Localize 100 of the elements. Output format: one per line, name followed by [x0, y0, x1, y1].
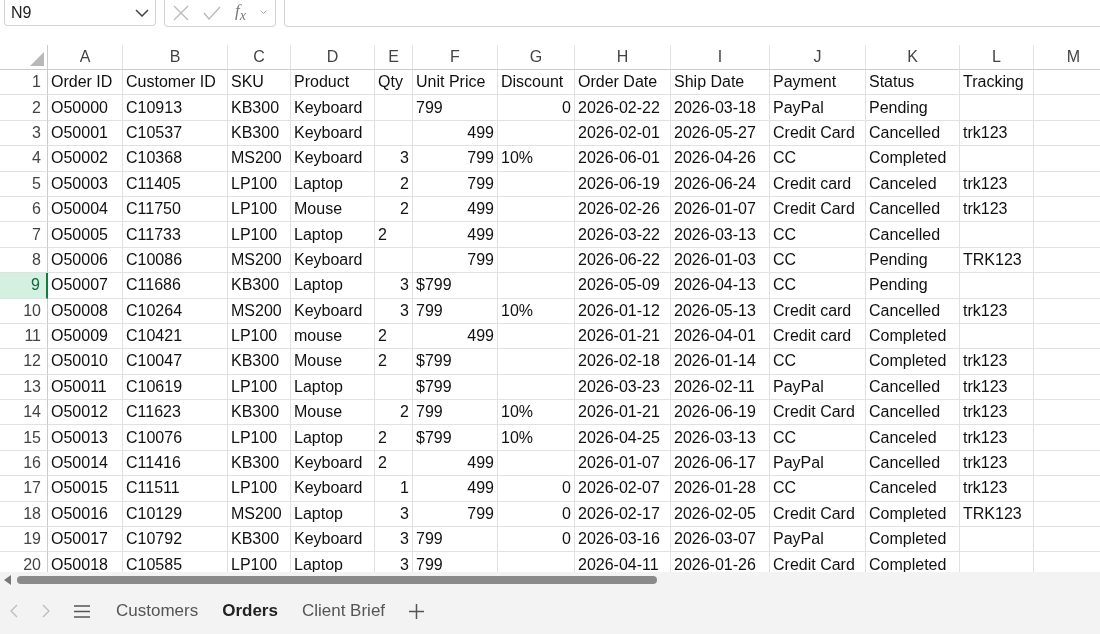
scroll-left-icon[interactable]: [4, 575, 11, 585]
column-header[interactable]: H: [575, 45, 671, 70]
table-cell: trk123: [960, 120, 1034, 147]
table-cell: 2026-05-09: [575, 273, 671, 299]
row-header[interactable]: 7: [0, 222, 48, 248]
table-cell: 2026-03-16: [575, 527, 671, 553]
name-box[interactable]: N9: [4, 0, 156, 26]
table-cell: Credit Card: [770, 400, 866, 426]
sheet-tab[interactable]: Orders: [210, 597, 290, 625]
function-button[interactable]: f$_{x}$: [235, 0, 247, 25]
sheet-tab[interactable]: Customers: [104, 597, 211, 625]
table-cell: Keyboard: [291, 247, 375, 274]
table-cell: KB300: [228, 273, 291, 299]
table-cell: O50011: [48, 374, 123, 401]
table-cell: Keyboard: [291, 120, 375, 147]
table-cell: Laptop: [291, 374, 375, 401]
row-header[interactable]: 14: [0, 400, 48, 426]
table-cell: Cancelled: [866, 400, 960, 426]
row-header[interactable]: 2: [0, 95, 48, 121]
add-sheet-icon[interactable]: [409, 603, 425, 619]
table-cell: Laptop: [291, 425, 375, 451]
table-cell: 2: [375, 450, 413, 477]
table-cell: 0: [498, 527, 575, 553]
table-cell: CC: [770, 247, 866, 274]
table-cell: 2026-02-22: [575, 95, 671, 121]
select-all-icon[interactable]: [30, 52, 44, 66]
column-header[interactable]: I: [671, 45, 770, 70]
table-cell: 799: [413, 95, 498, 121]
table-cell: 1: [375, 476, 413, 502]
table-cell: 2026-01-07: [575, 450, 671, 477]
column-header[interactable]: L: [960, 45, 1034, 70]
column-header[interactable]: G: [498, 45, 575, 70]
table-cell: LP100: [228, 476, 291, 502]
table-cell: Cancelled: [866, 196, 960, 223]
check-icon[interactable]: [203, 5, 221, 20]
column-header[interactable]: K: [866, 45, 960, 70]
row-header[interactable]: 18: [0, 501, 48, 528]
column-title-cell: Status: [866, 70, 960, 96]
table-cell: LP100: [228, 374, 291, 401]
formula-input-field[interactable]: [284, 0, 1100, 27]
table-cell: 2026-04-26: [671, 146, 770, 172]
table-cell: trk123: [960, 196, 1034, 223]
column-header[interactable]: A: [48, 45, 123, 70]
table-cell: LP100: [228, 425, 291, 451]
menu-icon[interactable]: [74, 604, 90, 618]
row-header[interactable]: 5: [0, 171, 48, 197]
table-cell: 2026-03-18: [671, 95, 770, 121]
table-cell: 2: [375, 222, 413, 248]
row-header[interactable]: 15: [0, 425, 48, 451]
column-title-cell: Unit Price: [413, 70, 498, 96]
table-cell: CC: [770, 273, 866, 299]
row-header[interactable]: 11: [0, 323, 48, 350]
table-cell: C10076: [123, 425, 228, 451]
row-header[interactable]: 16: [0, 450, 48, 477]
table-cell: O50001: [48, 120, 123, 147]
sheet-tab[interactable]: Client Brief: [289, 597, 398, 625]
column-header[interactable]: J: [770, 45, 866, 70]
table-cell: 799: [413, 527, 498, 553]
table-cell: 2026-02-05: [671, 501, 770, 528]
row-header[interactable]: 3: [0, 120, 48, 147]
table-cell: Cancelled: [866, 374, 960, 401]
horizontal-scrollbar-thumb[interactable]: [17, 576, 657, 584]
table-cell: trk123: [960, 450, 1034, 477]
row-header[interactable]: 17: [0, 476, 48, 502]
table-cell: 499: [413, 476, 498, 502]
table-cell: LP100: [228, 196, 291, 223]
column-header[interactable]: C: [228, 45, 291, 70]
table-cell: Laptop: [291, 171, 375, 197]
table-cell: 2: [375, 323, 413, 350]
column-header[interactable]: B: [123, 45, 228, 70]
row-header[interactable]: 1: [0, 70, 48, 96]
row-header[interactable]: 6: [0, 196, 48, 223]
row-header[interactable]: 13: [0, 374, 48, 401]
table-cell: 499: [413, 196, 498, 223]
row-header[interactable]: 12: [0, 349, 48, 375]
row-header[interactable]: 9: [0, 273, 48, 299]
chevron-right-icon[interactable]: [42, 604, 50, 618]
column-header[interactable]: D: [291, 45, 375, 70]
table-cell: C10086: [123, 247, 228, 274]
chevron-left-icon[interactable]: [10, 604, 18, 618]
table-cell: C10421: [123, 323, 228, 350]
chevron-down-icon[interactable]: [135, 8, 149, 17]
table-cell: C11623: [123, 400, 228, 426]
row-header[interactable]: 4: [0, 146, 48, 172]
table-cell: PayPal: [770, 374, 866, 401]
row-header[interactable]: 19: [0, 527, 48, 553]
column-header[interactable]: E: [375, 45, 413, 70]
row-header[interactable]: 10: [0, 298, 48, 324]
table-cell: 3: [375, 146, 413, 172]
table-cell: O50016: [48, 501, 123, 528]
table-cell: KB300: [228, 120, 291, 147]
cancel-icon[interactable]: [173, 4, 189, 21]
table-cell: 10%: [498, 425, 575, 451]
table-cell: C10129: [123, 501, 228, 528]
column-header[interactable]: F: [413, 45, 498, 70]
table-cell: Canceled: [866, 171, 960, 197]
column-title-cell: Tracking: [960, 70, 1034, 96]
column-title-cell: Discount: [498, 70, 575, 96]
table-cell: Keyboard: [291, 95, 375, 121]
table-cell: O50017: [48, 527, 123, 553]
